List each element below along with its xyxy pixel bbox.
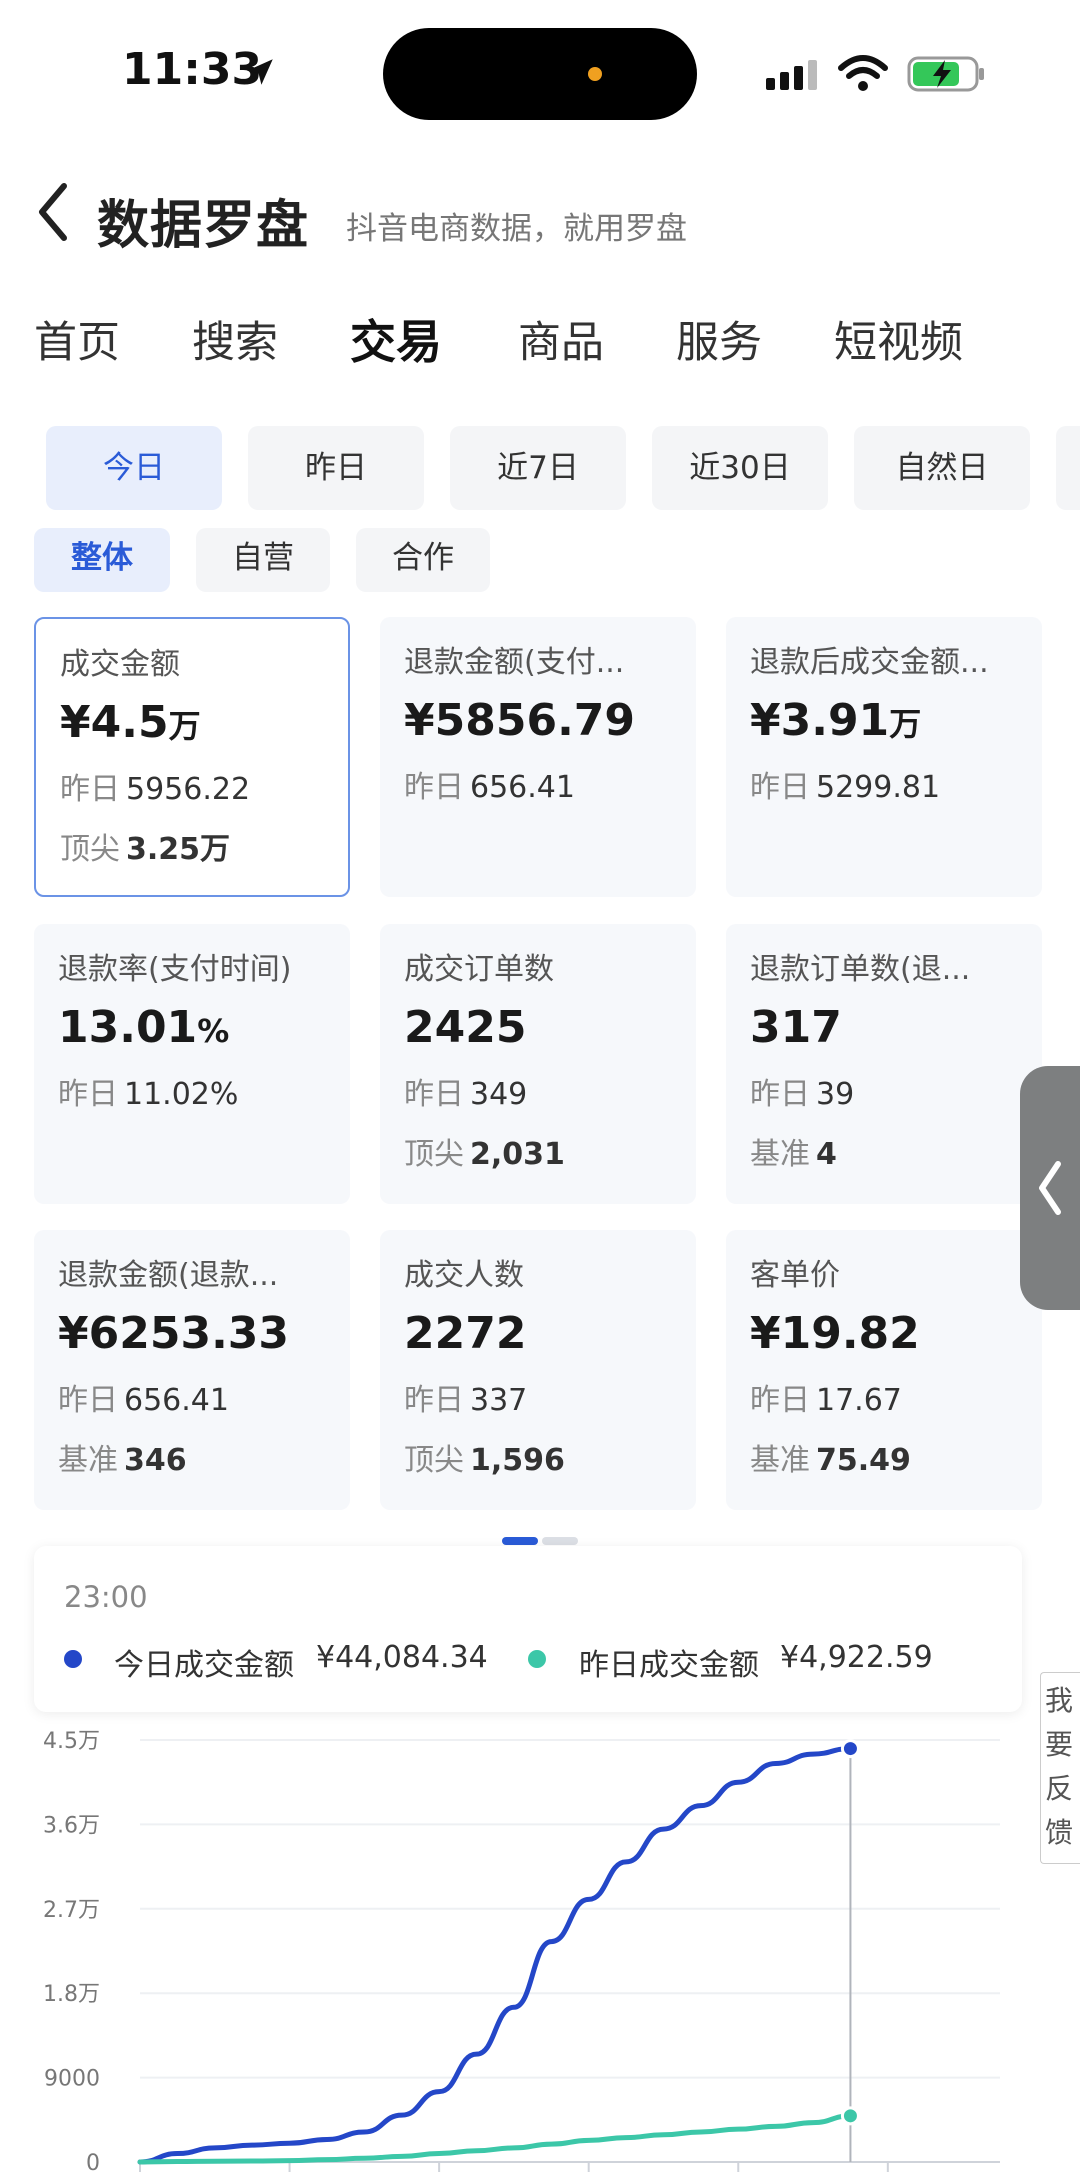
metric-label: 退款率(支付时间) <box>58 952 292 987</box>
segment-self-operated[interactable]: 自营 <box>196 528 330 592</box>
feedback-char: 我 <box>1045 1684 1074 1717</box>
metric-compare-yesterday: 昨日 11.02% <box>58 1077 239 1112</box>
legend-today-dot <box>64 1650 82 1668</box>
tab-search[interactable]: 搜索 <box>192 308 278 370</box>
series-point-1 <box>840 2106 860 2126</box>
date-tab-7days[interactable]: 近7日 <box>450 426 626 510</box>
privacy-indicator-icon <box>588 67 602 81</box>
metric-value: ¥3.91万 <box>750 695 922 746</box>
y-tick-label: 0 <box>86 2151 100 2176</box>
metric-compare-top: 顶尖 1,596 <box>404 1443 565 1478</box>
metric-value: 2425 <box>404 1002 527 1053</box>
metric-label: 成交金额 <box>60 647 180 682</box>
metric-value: 2272 <box>404 1308 527 1359</box>
date-tab-natural-day[interactable]: 自然日 <box>854 426 1030 510</box>
date-tab-more[interactable] <box>1056 426 1080 510</box>
metric-compare-baseline: 基准 75.49 <box>750 1443 911 1478</box>
chevron-left-icon <box>1039 1161 1061 1215</box>
metric-compare-yesterday: 昨日 656.41 <box>404 770 575 805</box>
metric-value: 317 <box>750 1002 842 1053</box>
series-line-1 <box>137 2113 853 2165</box>
segment-cooperation[interactable]: 合作 <box>356 528 490 592</box>
page-subtitle: 抖音电商数据，就用罗盘 <box>346 211 687 247</box>
metric-compare-yesterday: 昨日 5956.22 <box>60 772 251 807</box>
tab-trade[interactable]: 交易 <box>350 306 442 372</box>
metric-compare-yesterday: 昨日 656.41 <box>58 1383 229 1418</box>
metric-card-gmv-after-refund[interactable]: 退款后成交金额... ¥3.91万 昨日 5299.81 <box>726 617 1042 897</box>
metric-label: 成交订单数 <box>404 952 554 987</box>
battery-icon <box>907 56 984 92</box>
tab-product[interactable]: 商品 <box>518 308 604 370</box>
page-indicator[interactable] <box>542 1537 578 1545</box>
metric-compare-baseline: 基准 4 <box>750 1137 837 1172</box>
y-tick-label: 4.5万 <box>43 1729 100 1754</box>
tooltip-today-label: 今日成交金额 <box>114 1648 294 1683</box>
tooltip-today-value: ¥44,084.34 <box>316 1640 488 1675</box>
metric-compare-top: 顶尖 3.25万 <box>60 832 231 867</box>
metric-value: ¥6253.33 <box>58 1308 290 1359</box>
metric-compare-yesterday: 昨日 17.67 <box>750 1383 902 1418</box>
wifi-icon <box>838 55 888 91</box>
metric-value: 13.01% <box>58 1002 230 1053</box>
legend-yesterday-dot <box>528 1650 546 1668</box>
metric-compare-baseline: 基准 346 <box>58 1443 187 1478</box>
metric-compare-top: 顶尖 2,031 <box>404 1137 565 1172</box>
date-tab-yesterday[interactable]: 昨日 <box>248 426 424 510</box>
dynamic-island <box>383 28 697 120</box>
metric-label: 退款金额(退款... <box>58 1258 279 1293</box>
y-tick-label: 3.6万 <box>43 1813 100 1838</box>
tooltip-yesterday-value: ¥4,922.59 <box>780 1640 933 1675</box>
metric-card-gmv[interactable]: 成交金额 ¥4.5万 昨日 5956.22 顶尖 3.25万 <box>34 617 350 897</box>
page-indicator-active <box>502 1537 538 1545</box>
series-line-0 <box>137 1746 853 2165</box>
tooltip-time: 23:00 <box>64 1580 148 1614</box>
metric-card-order-count[interactable]: 成交订单数 2425 昨日 349 顶尖 2,031 <box>380 924 696 1204</box>
metric-card-refund-amount-pay[interactable]: 退款金额(支付... ¥5856.79 昨日 656.41 <box>380 617 696 897</box>
metric-value: ¥19.82 <box>750 1308 920 1359</box>
metric-card-refund-rate[interactable]: 退款率(支付时间) 13.01% 昨日 11.02% <box>34 924 350 1204</box>
tab-service[interactable]: 服务 <box>676 308 762 370</box>
metric-label: 退款订单数(退... <box>750 952 971 987</box>
tab-home[interactable]: 首页 <box>34 308 120 370</box>
metric-value: ¥5856.79 <box>404 695 636 746</box>
cellular-signal-icon <box>766 60 817 90</box>
series-point-0 <box>840 1739 860 1759</box>
metric-card-buyer-count[interactable]: 成交人数 2272 昨日 337 顶尖 1,596 <box>380 1230 696 1510</box>
metric-compare-yesterday: 昨日 349 <box>404 1077 528 1112</box>
metric-compare-yesterday: 昨日 337 <box>404 1383 528 1418</box>
segment-overall[interactable]: 整体 <box>34 528 170 592</box>
tab-short-video[interactable]: 短视频 <box>834 308 963 370</box>
metric-card-refund-orders[interactable]: 退款订单数(退... 317 昨日 39 基准 4 <box>726 924 1042 1204</box>
location-arrow-icon <box>247 59 273 85</box>
y-tick-label: 2.7万 <box>43 1898 100 1923</box>
gmv-line-chart: 0 9000 1.8万 2.7万 3.6万 4.5万 <box>43 1729 1000 2176</box>
date-tab-today[interactable]: 今日 <box>46 426 222 510</box>
chart-tooltip: 23:00 今日成交金额 ¥44,084.34 昨日成交金额 ¥4,922.59 <box>34 1546 1022 1712</box>
metric-label: 退款金额(支付... <box>404 645 625 680</box>
status-time: 11:33 <box>122 44 263 95</box>
metric-card-refund-amount-refund[interactable]: 退款金额(退款... ¥6253.33 昨日 656.41 基准 346 <box>34 1230 350 1510</box>
date-tab-30days[interactable]: 近30日 <box>652 426 828 510</box>
metric-label: 客单价 <box>750 1258 840 1293</box>
metric-card-avg-order-value[interactable]: 客单价 ¥19.82 昨日 17.67 基准 75.49 <box>726 1230 1042 1510</box>
y-tick-label: 9000 <box>44 2067 100 2092</box>
metric-value: ¥4.5万 <box>60 697 201 748</box>
y-tick-label: 1.8万 <box>43 1982 100 2007</box>
page-title: 数据罗盘 <box>97 196 310 256</box>
metric-label: 成交人数 <box>404 1258 524 1293</box>
tooltip-yesterday-label: 昨日成交金额 <box>579 1648 759 1683</box>
chevron-left-icon[interactable] <box>34 180 74 244</box>
metric-compare-yesterday: 昨日 39 <box>750 1077 855 1112</box>
metric-compare-yesterday: 昨日 5299.81 <box>750 770 941 805</box>
metric-label: 退款后成交金额... <box>750 645 989 680</box>
